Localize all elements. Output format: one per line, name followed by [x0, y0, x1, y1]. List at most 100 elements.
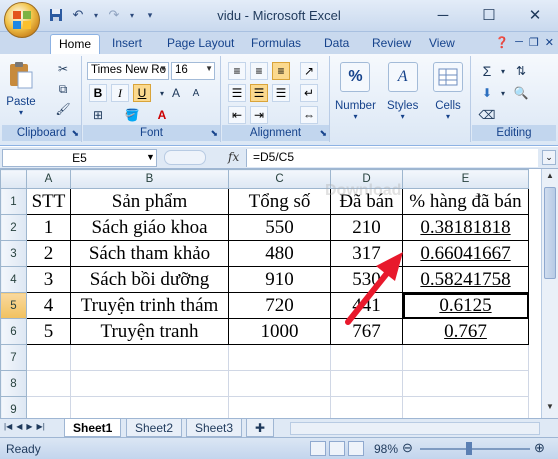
ribbon-restore-icon[interactable]: ❐ [529, 36, 539, 49]
autosum-dropdown-icon[interactable]: ▾ [494, 62, 512, 80]
clear-icon[interactable]: ⌫ [478, 106, 496, 124]
find-select-icon[interactable]: 🔍 [512, 84, 530, 102]
cell-a1[interactable]: STT [26, 188, 71, 215]
page-break-view-icon[interactable] [348, 441, 364, 456]
cell[interactable] [26, 396, 71, 418]
cell-c5[interactable]: 720 [228, 292, 331, 319]
normal-view-icon[interactable] [310, 441, 326, 456]
paste-dropdown-icon[interactable]: ▾ [19, 108, 23, 117]
column-header-a[interactable]: A [26, 169, 71, 189]
column-header-b[interactable]: B [70, 169, 229, 189]
copy-icon[interactable]: ⧉ [54, 80, 72, 98]
number-dropdown-icon[interactable]: ▾ [353, 112, 357, 121]
column-header-e[interactable]: E [402, 169, 529, 189]
office-button[interactable] [4, 2, 40, 38]
zoom-slider[interactable] [420, 448, 530, 450]
cell[interactable] [228, 344, 331, 371]
row-header[interactable]: 9 [0, 396, 27, 418]
tab-formulas[interactable]: Formulas [243, 34, 309, 54]
scroll-up-icon[interactable]: ▲ [544, 171, 556, 185]
first-sheet-icon[interactable]: |◀ [4, 422, 12, 431]
sort-filter-icon[interactable]: ⇅ [512, 62, 530, 80]
horizontal-scrollbar[interactable] [290, 422, 540, 435]
row-header[interactable]: 4 [0, 266, 27, 293]
align-bottom-icon[interactable]: ≡ [272, 62, 290, 80]
cell-d6[interactable]: 767 [330, 318, 403, 345]
increase-indent-icon[interactable]: ⇥ [250, 106, 268, 124]
font-launcher-icon[interactable]: ⬊ [210, 128, 218, 139]
cell-d2[interactable]: 210 [330, 214, 403, 241]
insert-function-icon[interactable]: fx [228, 150, 239, 164]
cell-c6[interactable]: 1000 [228, 318, 331, 345]
bold-button[interactable]: B [89, 84, 107, 102]
tab-home[interactable]: Home [50, 34, 101, 54]
tab-review[interactable]: Review [364, 34, 419, 54]
tab-page-layout[interactable]: Page Layout [159, 34, 242, 54]
page-layout-view-icon[interactable] [329, 441, 345, 456]
cell-d5[interactable]: 441 [330, 292, 403, 319]
format-painter-icon[interactable]: 🖌 [54, 100, 72, 118]
select-all-corner[interactable] [0, 169, 27, 189]
formula-input[interactable]: =D5/C5 [246, 149, 538, 167]
ribbon-minimize-icon[interactable]: ─ [515, 36, 523, 49]
tab-insert[interactable]: Insert [104, 34, 150, 54]
cell-b3[interactable]: Sách tham khảo [70, 240, 229, 267]
grow-font-icon[interactable]: A [167, 84, 185, 102]
cell[interactable] [228, 396, 331, 418]
help-icon[interactable]: ❓ [495, 36, 509, 49]
tab-data[interactable]: Data [316, 34, 357, 54]
cells-button[interactable]: Cells ▾ [433, 62, 463, 121]
cell[interactable] [330, 396, 403, 418]
column-header-c[interactable]: C [228, 169, 331, 189]
sheet-tab-sheet3[interactable]: Sheet3 [186, 419, 243, 437]
zoom-level[interactable]: 98% [374, 442, 398, 456]
name-box[interactable]: E5 [2, 149, 157, 167]
zoom-in-icon[interactable]: ⊕ [534, 440, 545, 456]
italic-button[interactable]: I [111, 84, 129, 102]
row-header[interactable]: 2 [0, 214, 27, 241]
fill-dropdown-icon[interactable]: ▾ [494, 84, 512, 102]
cell[interactable] [70, 370, 229, 397]
cell-e5-active[interactable]: 0.6125 [402, 292, 529, 319]
number-button[interactable]: % Number ▾ [335, 62, 376, 121]
styles-dropdown-icon[interactable]: ▾ [401, 112, 405, 121]
row-header[interactable]: 3 [0, 240, 27, 267]
zoom-slider-thumb[interactable] [466, 442, 472, 455]
cell-e3[interactable]: 0.66041667 [402, 240, 529, 267]
maximize-button[interactable]: ☐ [466, 0, 512, 30]
cell-d3[interactable]: 317 [330, 240, 403, 267]
row-header[interactable]: 8 [0, 370, 27, 397]
zoom-out-icon[interactable]: ⊖ [402, 440, 413, 456]
formula-bar-resize-handle[interactable] [164, 150, 206, 165]
underline-button[interactable]: U [133, 84, 151, 102]
expand-formula-bar-icon[interactable]: ⌄ [542, 150, 556, 165]
row-header[interactable]: 7 [0, 344, 27, 371]
tab-view[interactable]: View [421, 34, 463, 54]
styles-button[interactable]: A Styles ▾ [387, 62, 418, 121]
cell-b6[interactable]: Truyện tranh [70, 318, 229, 345]
minimize-button[interactable]: ─ [420, 0, 466, 30]
font-size-dropdown-icon[interactable]: ▼ [205, 64, 213, 73]
borders-icon[interactable]: ⊞ [89, 106, 107, 124]
cell[interactable] [70, 344, 229, 371]
cell-a2[interactable]: 1 [26, 214, 71, 241]
next-sheet-icon[interactable]: ▶ [26, 422, 32, 431]
cell[interactable] [402, 370, 529, 397]
cell-a3[interactable]: 2 [26, 240, 71, 267]
cells-dropdown-icon[interactable]: ▾ [446, 112, 450, 121]
paste-button[interactable]: Paste ▾ [6, 60, 36, 117]
shrink-font-icon[interactable]: A [187, 84, 205, 102]
cell-e2[interactable]: 0.38181818 [402, 214, 529, 241]
orientation-icon[interactable]: ↗ [300, 62, 318, 80]
align-middle-icon[interactable]: ≡ [250, 62, 268, 80]
insert-sheet-icon[interactable]: ✚ [246, 419, 275, 437]
cell-a6[interactable]: 5 [26, 318, 71, 345]
cell-b2[interactable]: Sách giáo khoa [70, 214, 229, 241]
merge-center-icon[interactable]: ⇔ [300, 106, 318, 124]
alignment-launcher-icon[interactable]: ⬊ [319, 128, 327, 139]
cell-b4[interactable]: Sách bồi dưỡng [70, 266, 229, 293]
fill-color-icon[interactable]: 🪣 [123, 106, 141, 124]
cell-e4[interactable]: 0.58241758 [402, 266, 529, 293]
cell[interactable] [330, 370, 403, 397]
align-right-icon[interactable]: ☰ [272, 84, 290, 102]
